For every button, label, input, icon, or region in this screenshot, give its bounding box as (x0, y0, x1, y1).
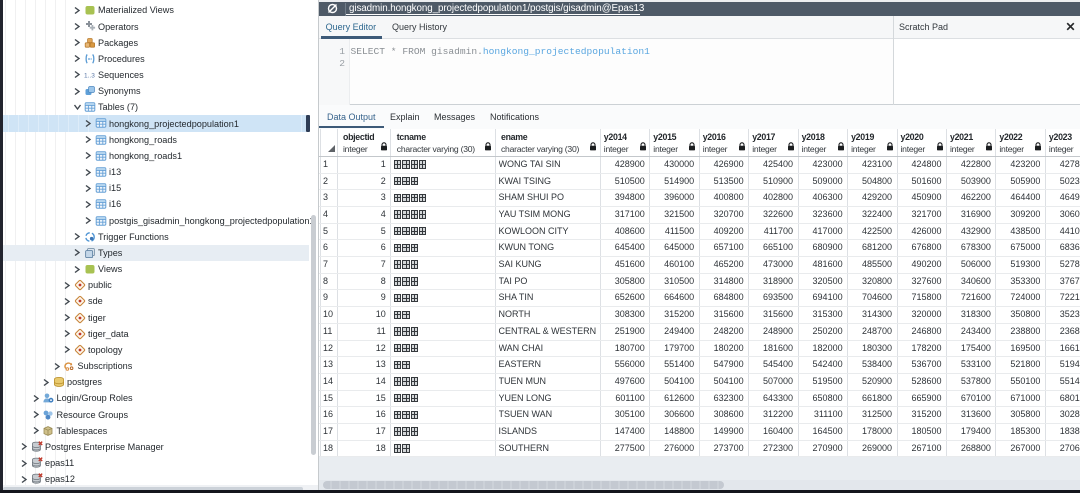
svg-text:1..3: 1..3 (84, 72, 95, 79)
